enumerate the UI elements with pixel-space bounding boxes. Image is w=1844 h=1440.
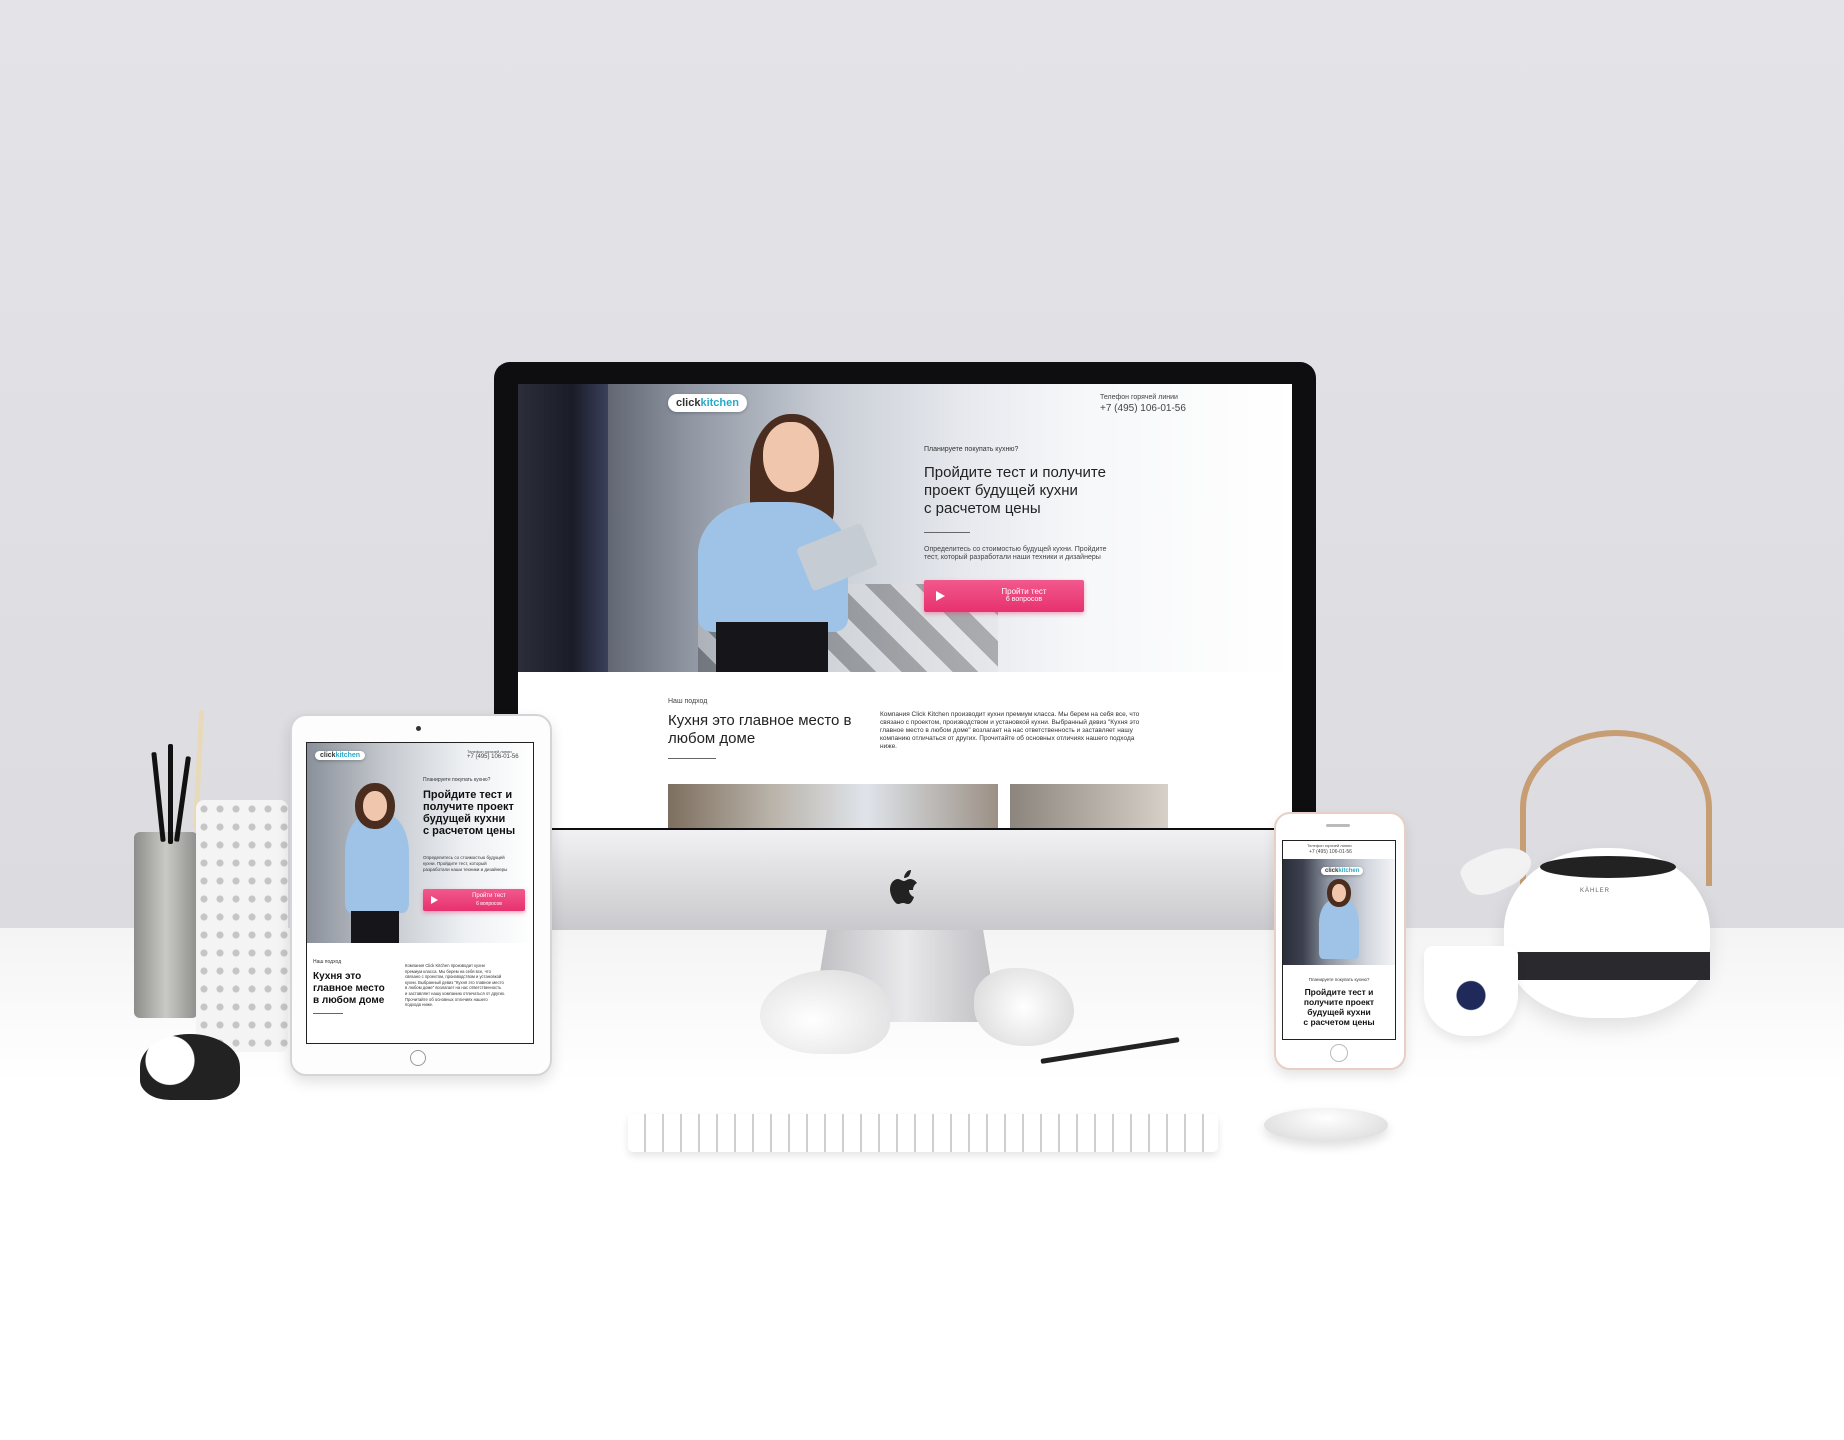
- button-sublabel: 6 вопросов: [476, 901, 502, 907]
- hero-subtext: Определитесь со стоимостью будущей кухни…: [924, 546, 1107, 562]
- pen: [168, 744, 173, 844]
- hero-subtext: Определитесь со стоимостью будущей кухни…: [423, 855, 507, 873]
- body-line: главное место в любом доме" возлагает на…: [880, 727, 1133, 734]
- headline-line: получите проект: [423, 801, 514, 813]
- take-test-button[interactable]: Пройти тест 6 вопросов: [423, 889, 525, 911]
- clickitchen-logo[interactable]: clickkitchen: [315, 751, 366, 760]
- iphone-speaker: [1326, 824, 1350, 827]
- logo-text-part2: kitchen: [700, 397, 739, 409]
- floral-teacup: [1424, 946, 1518, 1036]
- clickitchen-logo[interactable]: clickkitchen: [668, 394, 747, 412]
- body-line: компанию отличаться от других. Прочитайт…: [880, 735, 1135, 742]
- hero-eyebrow: Планируете покупать кухню?: [423, 777, 491, 783]
- hero-headline: Пройдите тест и получите проект будущей …: [1283, 987, 1395, 1027]
- kitchen-photo: [668, 784, 998, 828]
- logo-text-part1: click: [320, 752, 336, 759]
- subtext-line: тест, который разработали наши техники и…: [924, 554, 1101, 561]
- hero-section: clickkitchen Телефон горячей линии +7 (4…: [518, 384, 1292, 672]
- woman-photo-face: [763, 422, 819, 492]
- section-eyebrow: Наш подход: [668, 698, 708, 705]
- headline-line: будущей кухни: [1307, 1007, 1371, 1017]
- headline-line: Пройдите тест и: [1304, 987, 1374, 997]
- headline-line: будущей кухни: [423, 813, 506, 825]
- perforated-white-cup: [196, 800, 288, 1052]
- ipad-home-button: [410, 1050, 426, 1066]
- section-title-line: главное место: [313, 983, 385, 994]
- tablet-hero: [307, 743, 533, 943]
- hero-eyebrow: Планируете покупать кухню?: [924, 446, 1019, 453]
- hotline-phone[interactable]: +7 (495) 106-01-56: [1309, 849, 1352, 855]
- headline-line: с расчетом цены: [1303, 1017, 1375, 1027]
- iphone-home-button: [1330, 1044, 1348, 1062]
- divider: [313, 1013, 343, 1014]
- section-title-line: Кухня это главное место в: [668, 712, 852, 729]
- hotline-phone[interactable]: +7 (495) 106-01-56: [1100, 403, 1186, 414]
- concrete-pencil-cup: [134, 832, 198, 1018]
- logo-text-part1: click: [676, 397, 701, 409]
- button-label: Пройти тест: [1001, 587, 1047, 596]
- ipad-camera: [416, 726, 421, 731]
- keyboard: [628, 1114, 1218, 1152]
- kitchen-photo: [1010, 784, 1168, 828]
- headline-line: с расчетом цены: [924, 500, 1041, 517]
- button-sublabel: 6 вопросов: [1005, 596, 1043, 603]
- take-test-button[interactable]: Пройти тест 6 вопросов: [924, 580, 1084, 612]
- divider: [668, 758, 716, 759]
- section-body: Компания Click Kitchen производит кухни …: [880, 711, 1139, 751]
- headline-line: получите проект: [1303, 997, 1375, 1007]
- section-title: Кухня это главное место в любом доме: [668, 712, 852, 748]
- section-eyebrow: Наш подход: [313, 959, 342, 965]
- body-line: ниже.: [880, 743, 897, 750]
- hotline-phone[interactable]: +7 (495) 106-01-56: [467, 754, 519, 760]
- hotline-label: Телефон горячей линии: [1100, 394, 1178, 401]
- teapot-lid: [1540, 856, 1676, 878]
- apple-logo-icon: [890, 870, 917, 904]
- play-icon: [431, 896, 438, 904]
- iphone-screen: Телефон горячей линии +7 (495) 106-01-56…: [1282, 840, 1396, 1040]
- logo-text-part2: kitchen: [335, 752, 361, 759]
- headline-line: Пройдите тест и: [423, 789, 513, 801]
- hero-headline: Пройдите тест и получите проект будущей …: [423, 789, 515, 837]
- body-line: связано с проектом, производством и уста…: [880, 719, 1140, 726]
- section-body: Компания Click Kitchen производит кухни …: [405, 963, 505, 1008]
- hero-eyebrow: Планируете покупать кухню?: [1308, 977, 1370, 982]
- woman-photo-skirt: [716, 622, 828, 672]
- ipad-screen: clickkitchen Телефон горячей линии +7 (4…: [306, 742, 534, 1044]
- play-icon: [936, 591, 945, 601]
- mouse: [1264, 1108, 1388, 1142]
- subtext-line: Определитесь со стоимостью будущей кухни…: [924, 546, 1107, 553]
- section-title-line: в любом доме: [313, 995, 385, 1006]
- body-line: Компания Click Kitchen производит кухни …: [880, 711, 1140, 718]
- headline-line: с расчетом цены: [423, 825, 516, 837]
- divider: [924, 532, 970, 533]
- curtain-image: [518, 384, 608, 672]
- woman-photo-face: [1332, 884, 1346, 902]
- section-title-line: любом доме: [668, 730, 756, 747]
- logo-text-part1: click: [1325, 868, 1339, 874]
- body-line: связано с проектом, производством и уста…: [405, 974, 502, 980]
- panda-figurine: [140, 1034, 240, 1100]
- button-label: Пройти тест: [472, 893, 506, 899]
- logo-text-part2: kitchen: [1338, 868, 1360, 874]
- woman-photo-skirt: [351, 911, 399, 943]
- hero-headline: Пройдите тест и получите проект будущей …: [924, 464, 1106, 518]
- woman-photo-face: [363, 791, 387, 821]
- headline-line: Пройдите тест и получите: [924, 464, 1106, 481]
- subtext-line: разработали наши техники и дизайнеры: [423, 867, 508, 872]
- clickitchen-logo[interactable]: clickkitchen: [1321, 867, 1364, 875]
- teapot-band: [1504, 952, 1710, 980]
- headline-line: проект будущей кухни: [924, 482, 1078, 499]
- imac-screen: clickkitchen Телефон горячей линии +7 (4…: [518, 384, 1292, 828]
- section-title-line: Кухня это: [313, 971, 362, 982]
- section-title: Кухня это главное место в любом доме: [313, 971, 385, 1007]
- teapot-brand-mark: KÄHLER: [1580, 888, 1611, 894]
- woman-photo: [1319, 899, 1359, 959]
- body-line: подхода ниже.: [405, 1002, 434, 1008]
- hotline-label: Телефон горячей линии: [1307, 843, 1352, 848]
- body-line: и заставляет нашу компанию отличаться от…: [405, 990, 506, 996]
